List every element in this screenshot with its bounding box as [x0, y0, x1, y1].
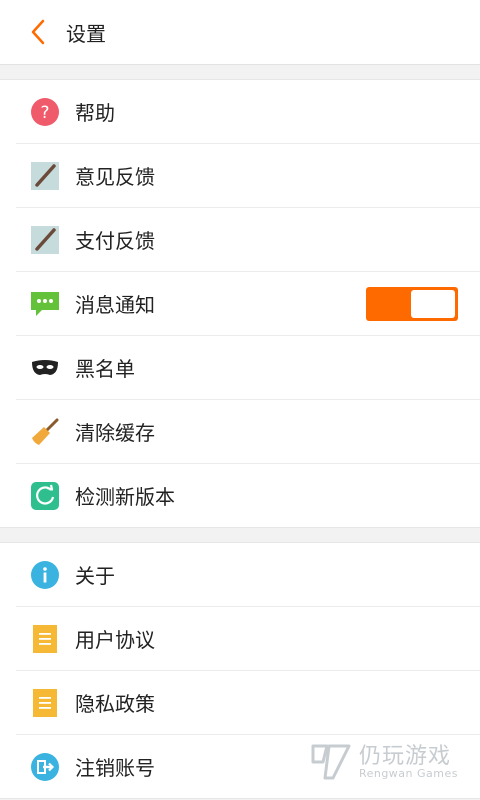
- settings-item-label: 隐私政策: [75, 692, 155, 716]
- settings-item-label: 黑名单: [75, 357, 135, 381]
- settings-item-check-update[interactable]: 检测新版本: [16, 464, 480, 527]
- settings-item-clear-cache[interactable]: 清除缓存: [16, 400, 480, 464]
- document-icon: [30, 624, 60, 654]
- settings-item-about[interactable]: 关于: [16, 543, 480, 607]
- back-button[interactable]: [18, 12, 58, 52]
- notifications-toggle[interactable]: [366, 286, 458, 321]
- svg-text:?: ?: [40, 103, 49, 123]
- settings-item-label: 帮助: [75, 101, 115, 125]
- pencil-icon: [30, 161, 60, 191]
- pencil-icon: [30, 225, 60, 255]
- settings-item-feedback[interactable]: 意见反馈: [16, 144, 480, 208]
- broom-icon: [30, 417, 60, 447]
- settings-item-label: 清除缓存: [75, 421, 155, 445]
- settings-item-label: 支付反馈: [75, 229, 155, 253]
- info-icon: [30, 560, 60, 590]
- watermark: 仍玩游戏 Rengwan Games: [309, 742, 458, 782]
- section-divider: [0, 65, 480, 79]
- refresh-icon: [30, 481, 60, 511]
- watermark-text: 仍玩游戏 Rengwan Games: [359, 745, 458, 780]
- settings-item-user-agreement[interactable]: 用户协议: [16, 607, 480, 671]
- toggle-knob: [411, 289, 455, 318]
- settings-item-label: 检测新版本: [75, 485, 175, 509]
- help-icon: ?: [30, 97, 60, 127]
- watermark-sub: Rengwan Games: [358, 766, 458, 780]
- chat-bubble-icon: [30, 289, 60, 319]
- mask-icon: [30, 353, 60, 383]
- settings-group-main: ? 帮助 意见反馈 支付反馈 消息通知 黑名单 清除缓存 检测新版本: [0, 79, 480, 528]
- header-bar: 设置: [0, 0, 480, 65]
- logout-icon: [30, 752, 60, 782]
- settings-item-label: 关于: [75, 564, 115, 588]
- settings-item-label: 消息通知: [75, 293, 155, 317]
- settings-item-label: 意见反馈: [75, 165, 155, 189]
- settings-item-notifications[interactable]: 消息通知: [16, 272, 480, 336]
- settings-item-payment-feedback[interactable]: 支付反馈: [16, 208, 480, 272]
- page-title: 设置: [66, 21, 106, 46]
- settings-item-privacy-policy[interactable]: 隐私政策: [16, 671, 480, 735]
- settings-item-label: 用户协议: [75, 628, 155, 652]
- section-divider: [0, 528, 480, 542]
- watermark-main: 仍玩游戏: [358, 743, 451, 769]
- document-icon: [30, 688, 60, 718]
- chevron-left-icon: [31, 19, 45, 45]
- settings-item-help[interactable]: ? 帮助: [16, 80, 480, 144]
- settings-item-label: 注销账号: [75, 756, 155, 780]
- rengwan-logo-icon: [311, 744, 351, 780]
- settings-item-blacklist[interactable]: 黑名单: [16, 336, 480, 400]
